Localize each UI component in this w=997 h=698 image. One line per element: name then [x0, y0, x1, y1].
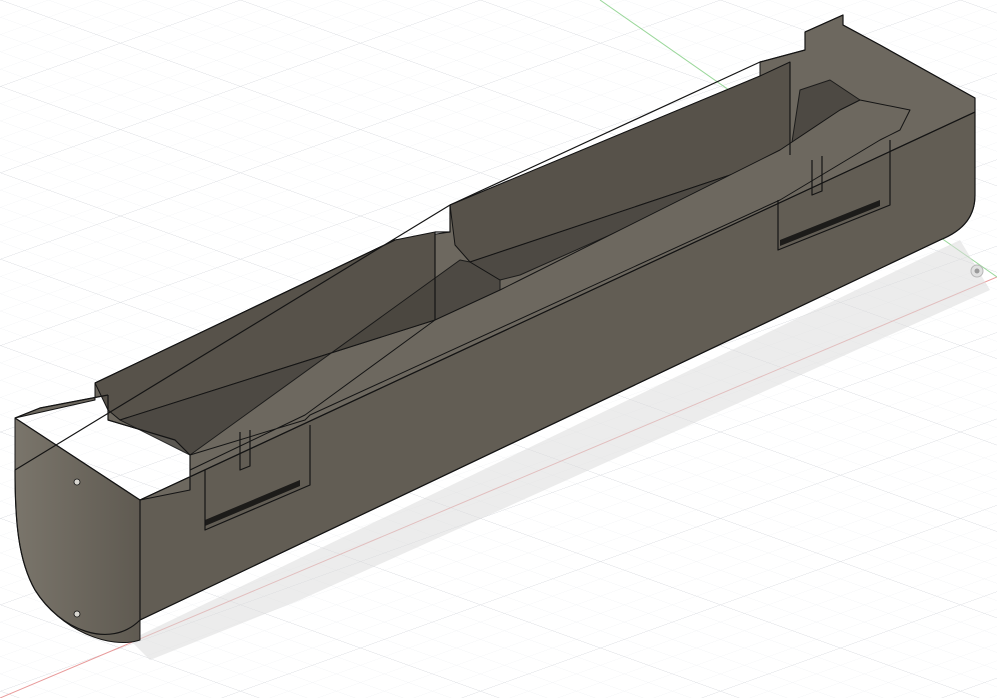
end-cap-hole-bottom	[73, 610, 81, 618]
origin-marker-icon[interactable]	[970, 264, 984, 278]
end-cap-hole-top	[73, 478, 81, 486]
3d-viewport[interactable]	[0, 0, 997, 698]
